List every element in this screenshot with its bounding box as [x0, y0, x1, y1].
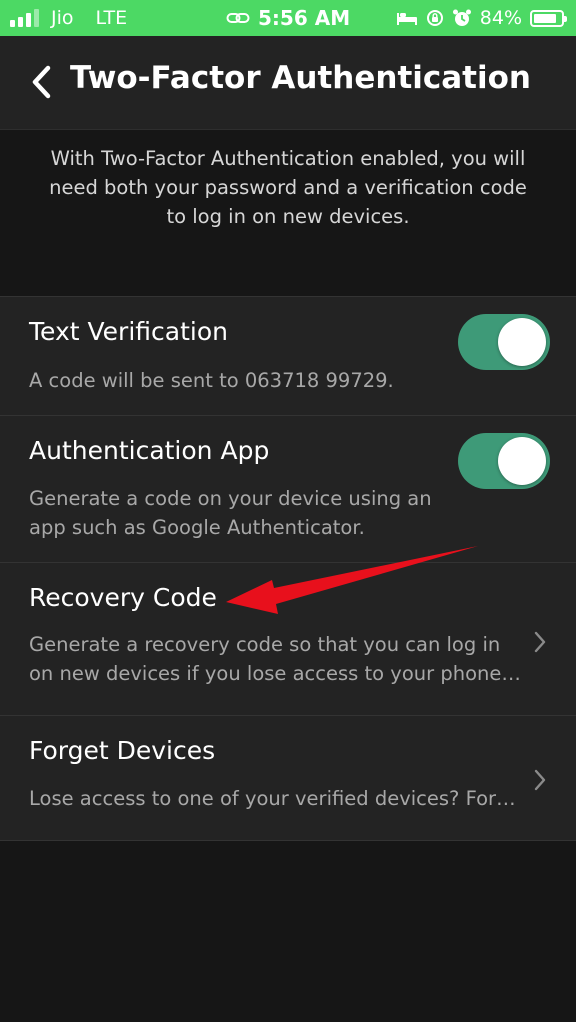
chevron-right-icon [534, 769, 546, 791]
forget-devices-subtitle: Lose access to one of your verified devi… [29, 787, 516, 810]
authentication-app-title: Authentication App [29, 436, 270, 465]
bed-icon [396, 13, 417, 25]
clock-time: 5:56 AM [258, 6, 351, 30]
recovery-code-row[interactable]: Recovery Code Generate a recovery code s… [0, 563, 576, 716]
status-center: 5:56 AM [226, 0, 350, 36]
status-right: 84% [396, 0, 567, 36]
text-verification-row: Text Verification A code will be sent to… [0, 297, 576, 416]
battery-icon [530, 9, 567, 27]
signal-strength-icon [10, 9, 39, 27]
orientation-lock-icon [426, 10, 443, 26]
screen: Jio LTE 5:56 AM 84% Two-Factor Authentic… [0, 0, 576, 1022]
toggle-knob [498, 318, 546, 366]
authentication-app-subtitle: Generate a code on your device using an … [29, 487, 432, 539]
forget-devices-row[interactable]: Forget Devices Lose access to one of you… [0, 716, 576, 840]
network-type-label: LTE [95, 7, 128, 29]
recovery-code-title: Recovery Code [29, 583, 217, 612]
two-factor-description: With Two-Factor Authentication enabled, … [49, 147, 527, 228]
battery-percent: 84% [479, 7, 522, 29]
page-title: Two-Factor Authentication [70, 60, 531, 96]
text-verification-title: Text Verification [29, 317, 228, 346]
nav-header: Two-Factor Authentication [0, 36, 576, 130]
chevron-left-icon [32, 65, 51, 99]
recovery-code-subtitle: Generate a recovery code so that you can… [29, 633, 521, 685]
status-bar: Jio LTE 5:56 AM 84% [0, 0, 576, 36]
link-icon [226, 13, 250, 23]
back-button[interactable] [26, 64, 56, 100]
carrier-label: Jio [51, 7, 74, 29]
toggle-knob [498, 437, 546, 485]
chevron-right-icon [534, 631, 546, 653]
authentication-app-row: Authentication App Generate a code on yo… [0, 416, 576, 563]
status-left: Jio LTE [10, 0, 127, 36]
authentication-app-toggle[interactable] [458, 433, 550, 489]
text-verification-toggle[interactable] [458, 314, 550, 370]
battery-level-fill [534, 13, 556, 23]
settings-list: Text Verification A code will be sent to… [0, 296, 576, 841]
alarm-icon [452, 9, 471, 26]
text-verification-subtitle: A code will be sent to 063718 99729. [29, 369, 394, 392]
forget-devices-title: Forget Devices [29, 736, 216, 765]
